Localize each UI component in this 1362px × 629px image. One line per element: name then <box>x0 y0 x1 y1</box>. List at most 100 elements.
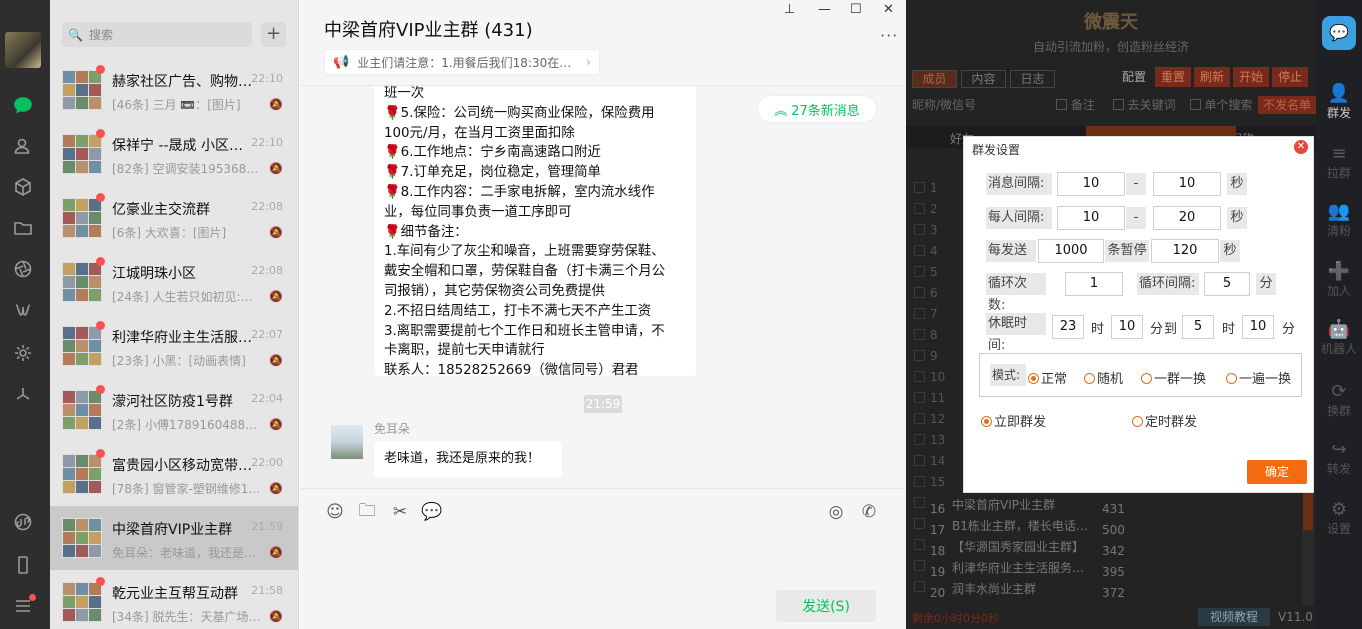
group-notice-bar[interactable]: 📢 业主们请注意：1.用餐后我们18:30在… › <box>324 49 600 75</box>
sidebar-item[interactable]: 👤 群发 <box>1316 84 1362 121</box>
row-checkbox[interactable] <box>914 350 925 361</box>
more-options-icon[interactable]: ··· <box>880 26 898 45</box>
reset-button[interactable]: 重置 <box>1155 67 1192 87</box>
close-icon[interactable]: ✕ <box>883 2 894 17</box>
pause-input[interactable]: 120 <box>1151 239 1219 263</box>
menu-icon[interactable] <box>12 594 36 617</box>
file-icon[interactable]: 🗀 <box>356 501 378 523</box>
confirm-button[interactable]: 确定 <box>1247 460 1307 484</box>
row-checkbox[interactable] <box>914 581 925 592</box>
sidebar-item[interactable]: ➕ 加人 <box>1316 262 1362 299</box>
sparkle-icon[interactable] <box>12 384 34 406</box>
group-row[interactable]: 20 润丰水尚业主群 372 <box>930 580 1125 600</box>
channels-icon[interactable] <box>12 299 34 321</box>
chat-history-icon[interactable]: 💬 <box>421 501 443 523</box>
mode-group-switch-radio[interactable]: 一群一换 <box>1141 368 1206 387</box>
row-checkbox[interactable] <box>914 203 925 214</box>
sender-avatar[interactable] <box>331 425 363 459</box>
add-chat-button[interactable]: + <box>261 22 286 47</box>
group-row[interactable]: 16 中梁首府VIP业主群 431 <box>930 496 1125 516</box>
row-checkbox[interactable] <box>914 539 925 550</box>
tab-content[interactable]: 内容 <box>961 70 1006 88</box>
chat-list-item[interactable]: 乾元业主互帮互动群 21:58 [34条] 脱先生：天基广场… 🔕 <box>50 570 298 629</box>
start-button[interactable]: 开始 <box>1233 67 1270 87</box>
sleep-end-minute-input[interactable]: 10 <box>1242 315 1274 339</box>
row-checkbox[interactable] <box>914 371 925 382</box>
emoji-icon[interactable]: ☺ <box>324 501 346 523</box>
stop-button[interactable]: 停止 <box>1272 67 1309 87</box>
filter-input[interactable]: 昵称/微信号 <box>912 96 1052 113</box>
phone-icon[interactable] <box>12 554 34 576</box>
close-icon[interactable]: ✕ <box>1294 140 1308 154</box>
single-search-checkbox[interactable] <box>1189 99 1201 110</box>
chat-list-item[interactable]: 中梁首府VIP业主群 21:59 免耳朵：老味道，我还是… 🔕 <box>50 506 298 570</box>
row-checkbox[interactable] <box>914 287 925 298</box>
search-input[interactable] <box>88 27 239 42</box>
settings-gear-icon[interactable] <box>12 342 34 364</box>
remark-checkbox[interactable] <box>1055 99 1067 110</box>
config-button[interactable]: 配置 <box>1116 67 1152 87</box>
row-checkbox[interactable] <box>914 476 925 487</box>
chat-list-item[interactable]: 江城明珠小区 22:08 [24条] 人生若只如初见:… 🔕 <box>50 250 298 314</box>
row-checkbox[interactable] <box>914 329 925 340</box>
call-icon[interactable]: ✆ <box>858 501 880 523</box>
mini-program-icon[interactable] <box>12 511 34 533</box>
chat-list-item[interactable]: 濛河社区防疫1号群 22:04 [2条] 小傅17891604882… 🔕 <box>50 378 298 442</box>
row-checkbox[interactable] <box>914 266 925 277</box>
chat-list-item[interactable]: 保祥宁 --晟成 小区… 22:10 [82条] 空调安装1953688… 🔕 <box>50 122 298 186</box>
chat-list-item[interactable]: 赫家社区广告、购物… 22:10 [46条] 三月 📼：[图片] 🔕 <box>50 58 298 122</box>
chat-list-item[interactable]: 利津华府业主生活服… 22:07 [23条] 小黑：[动画表情] 🔕 <box>50 314 298 378</box>
sleep-start-minute-input[interactable]: 10 <box>1111 315 1143 339</box>
group-row[interactable]: 18 【华源国秀家园业主群】 342 <box>930 538 1125 558</box>
folder-icon[interactable] <box>12 217 34 239</box>
scissors-icon[interactable]: ✂ <box>389 501 411 523</box>
pin-icon[interactable]: ⊥ <box>784 2 795 17</box>
chat-list-item[interactable]: 富贵园小区移动宽带… 22:00 [78条] 窗管家-塑钢维修1… 🔕 <box>50 442 298 506</box>
message-bubble[interactable]: 班一次 🌹5.保险：公司统一购买商业保险，保险费用 100元/月，在当月工资里面扣除… <box>374 86 696 378</box>
live-icon[interactable]: ◎ <box>825 501 847 523</box>
row-checkbox[interactable] <box>914 434 925 445</box>
row-checkbox[interactable] <box>914 308 925 319</box>
sidebar-item[interactable]: ↪ 转发 <box>1316 440 1362 477</box>
loop-interval-input[interactable]: 5 <box>1204 272 1250 296</box>
user-avatar[interactable] <box>5 32 41 68</box>
search-box[interactable]: 🔍 <box>62 22 252 47</box>
row-checkbox[interactable] <box>914 245 925 256</box>
row-checkbox[interactable] <box>914 182 925 193</box>
mode-round-switch-radio[interactable]: 一遍一换 <box>1226 368 1291 387</box>
sidebar-item[interactable]: ≡ 拉群 <box>1316 144 1362 181</box>
per-person-max-input[interactable]: 20 <box>1153 206 1221 230</box>
send-now-radio[interactable]: 立即群发 <box>981 411 1046 430</box>
sidebar-item[interactable]: ⟳ 换群 <box>1316 382 1362 419</box>
sidebar-item[interactable]: 🤖 机器人 <box>1316 320 1362 357</box>
message-area[interactable]: 班一次 🌹5.保险：公司统一购买商业保险，保险费用 100元/月，在当月工资里面扣除… <box>300 85 906 487</box>
no-send-list-button[interactable]: 不发名单 <box>1258 96 1316 114</box>
every-send-input[interactable]: 1000 <box>1038 239 1104 263</box>
new-messages-button[interactable]: ︽ 27条新消息 <box>758 96 876 122</box>
row-checkbox[interactable] <box>914 560 925 571</box>
reply-bubble[interactable]: 老味道，我还是原来的我！ <box>374 441 562 477</box>
row-checkbox[interactable] <box>914 518 925 529</box>
input-area[interactable]: ☺ 🗀 ✂ 💬 ◎ ✆ 发送(S) <box>300 488 906 629</box>
per-person-min-input[interactable]: 10 <box>1057 206 1125 230</box>
mode-normal-radio[interactable]: 正常 <box>1028 368 1067 387</box>
mode-random-radio[interactable]: 随机 <box>1084 368 1123 387</box>
row-checkbox[interactable] <box>914 224 925 235</box>
sleep-start-hour-input[interactable]: 23 <box>1052 315 1084 339</box>
contacts-icon[interactable] <box>12 135 34 157</box>
sidebar-item[interactable]: ⚙ 设置 <box>1316 500 1362 537</box>
group-row[interactable]: 19 利津华府业主生活服务… 395 <box>930 559 1125 579</box>
loops-input[interactable]: 1 <box>1065 272 1123 296</box>
row-checkbox[interactable] <box>914 497 925 508</box>
row-checkbox[interactable] <box>914 455 925 466</box>
group-row[interactable]: 17 B1栋业主群，楼长电话… 500 <box>930 517 1125 537</box>
tool-logo-icon[interactable]: 💬 <box>1322 16 1356 50</box>
chat-icon[interactable] <box>12 94 34 116</box>
cube-icon[interactable] <box>12 176 34 198</box>
send-timed-radio[interactable]: 定时群发 <box>1132 411 1197 430</box>
row-checkbox[interactable] <box>914 392 925 403</box>
sidebar-item[interactable]: 👥 清粉 <box>1316 202 1362 239</box>
minimize-icon[interactable]: — <box>818 2 831 17</box>
interval-max-input[interactable]: 10 <box>1153 172 1221 196</box>
tab-log[interactable]: 日志 <box>1010 70 1055 88</box>
